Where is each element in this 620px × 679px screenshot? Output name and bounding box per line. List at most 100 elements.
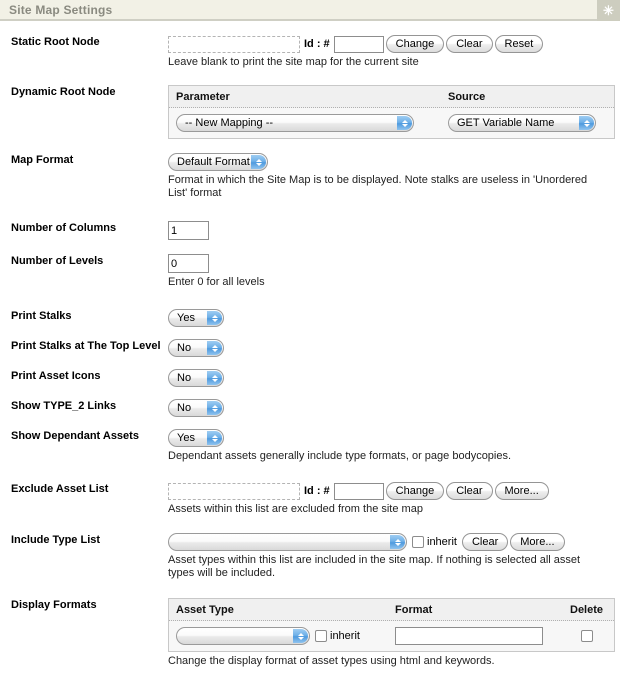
static-root-node-asset-dropzone[interactable] [168, 35, 300, 53]
static-root-node-reset-button[interactable]: Reset [494, 35, 544, 53]
static-root-node-id-input[interactable] [333, 35, 384, 53]
static-root-node-id-label: Id : # [304, 38, 330, 50]
chevron-updown-icon [251, 155, 266, 169]
field-exclude-asset-list: Id : # Change Clear More... Assets within t… [168, 482, 620, 516]
chevron-updown-icon [579, 116, 594, 130]
show-type2-links-select[interactable]: No [168, 399, 224, 417]
field-row-display-formats: Display Formats Asset Type Format Delete… [0, 598, 620, 668]
number-of-levels-input[interactable] [168, 254, 209, 273]
chevron-updown-icon [390, 535, 405, 549]
include-type-list-inherit-label: inherit [427, 536, 457, 548]
note-static-root-node: Leave blank to print the site map for th… [168, 56, 419, 68]
parameter-select[interactable]: -- New Mapping -- [176, 114, 414, 132]
label-print-asset-icons: Print Asset Icons [11, 370, 101, 382]
print-stalks-select[interactable]: Yes [168, 309, 224, 327]
note-show-dependant-assets: Dependant assets generally include type … [168, 450, 512, 462]
table-row: inherit [169, 621, 614, 651]
static-root-node-clear-button[interactable]: Clear [446, 35, 493, 53]
exclude-asset-list-id-label: Id : # [304, 485, 330, 497]
label-show-dependant-assets: Show Dependant Assets [11, 430, 139, 442]
label-show-type2-links: Show TYPE_2 Links [11, 400, 117, 412]
asset-type-select-value [177, 628, 309, 644]
field-show-dependant-assets: Yes Dependant assets generally include t… [168, 429, 620, 463]
exclude-asset-list-clear-button[interactable]: Clear [446, 482, 493, 500]
chevron-updown-icon [207, 371, 222, 385]
static-root-node-change-button[interactable]: Change [385, 35, 445, 53]
label-map-format: Map Format [11, 154, 74, 166]
include-type-list-select[interactable] [168, 533, 407, 551]
exclude-asset-list-more-button[interactable]: More... [494, 482, 549, 500]
field-display-formats: Asset Type Format Delete inherit Change … [168, 598, 620, 668]
label-print-stalks: Print Stalks [11, 310, 72, 322]
label-number-of-levels: Number of Levels [11, 255, 104, 267]
chevron-updown-icon [207, 401, 222, 415]
table-header-row: Asset Type Format Delete [169, 599, 614, 621]
panel-header: Site Map Settings ✳ [0, 0, 620, 21]
chevron-updown-icon [207, 431, 222, 445]
exclude-asset-list-id-input[interactable] [333, 482, 384, 500]
field-row-print-stalks: Print Stalks Yes [0, 309, 620, 327]
cell-asset-type: inherit [169, 627, 388, 645]
field-row-include-type-list: Include Type List inherit Clear More... As… [0, 533, 620, 580]
print-asset-icons-select[interactable]: No [168, 369, 224, 387]
chevron-updown-icon [207, 341, 222, 355]
print-stalks-top-level-select[interactable]: No [168, 339, 224, 357]
asset-type-select[interactable] [176, 627, 310, 645]
asset-type-inherit-checkbox[interactable] [315, 630, 327, 642]
note-map-format: Format in which the Site Map is to be di… [168, 174, 588, 199]
column-header-asset-type: Asset Type [176, 603, 234, 616]
asset-type-inherit-label: inherit [330, 630, 360, 642]
panel-action-button[interactable]: ✳ [597, 0, 620, 21]
cell-format [388, 627, 563, 645]
asterisk-icon: ✳ [603, 3, 614, 18]
table-row: -- New Mapping -- GET Variable Name [169, 108, 614, 138]
source-select-value: GET Variable Name [457, 117, 555, 129]
field-number-of-levels: Enter 0 for all levels [168, 254, 620, 289]
show-dependant-assets-select[interactable]: Yes [168, 429, 224, 447]
include-type-list-more-button[interactable]: More... [510, 533, 565, 551]
label-dynamic-root-node: Dynamic Root Node [11, 86, 116, 98]
field-row-show-dependant-assets: Show Dependant Assets Yes Dependant asse… [0, 429, 620, 463]
map-format-select[interactable]: Default Format [168, 153, 268, 171]
include-type-list-inherit-checkbox[interactable] [412, 536, 424, 548]
field-print-stalks-top-level: No [168, 339, 620, 357]
label-exclude-asset-list: Exclude Asset List [11, 483, 109, 495]
display-format-input[interactable] [395, 627, 543, 645]
delete-row-checkbox[interactable] [581, 630, 593, 643]
column-header-source: Source [448, 90, 486, 103]
field-row-dynamic-root-node: Dynamic Root Node Parameter Source -- Ne… [0, 85, 620, 139]
field-row-number-of-columns: Number of Columns [0, 221, 620, 240]
field-dynamic-root-node: Parameter Source -- New Mapping -- GET V… [168, 85, 620, 139]
number-of-columns-input[interactable] [168, 221, 209, 240]
field-row-exclude-asset-list: Exclude Asset List Id : # Change Clear More… [0, 482, 620, 516]
chevron-updown-icon [397, 116, 412, 130]
cell-parameter: -- New Mapping -- [169, 114, 441, 132]
include-type-list-select-value [169, 534, 406, 550]
field-print-asset-icons: No [168, 369, 620, 387]
field-static-root-node: Id : # Change Clear Reset Leave blank to pr… [168, 35, 620, 69]
column-header-delete: Delete [570, 603, 604, 616]
page-title: Site Map Settings [9, 2, 113, 17]
parameter-select-value: -- New Mapping -- [185, 117, 274, 129]
field-row-print-asset-icons: Print Asset Icons No [0, 369, 620, 387]
chevron-updown-icon [207, 311, 222, 325]
chevron-updown-icon [293, 629, 308, 643]
label-display-formats: Display Formats [11, 599, 97, 611]
exclude-asset-list-change-button[interactable]: Change [385, 482, 445, 500]
field-row-static-root-node: Static Root Node Id : # Change Clear Reset … [0, 35, 620, 69]
label-include-type-list: Include Type List [11, 534, 101, 546]
note-display-formats: Change the display format of asset types… [168, 655, 495, 667]
table-header-row: Parameter Source [169, 86, 614, 108]
field-row-map-format: Map Format Default Format Format in whic… [0, 153, 620, 200]
label-print-stalks-top-level: Print Stalks at The Top Level [11, 340, 161, 352]
exclude-asset-list-dropzone[interactable] [168, 482, 300, 500]
source-select[interactable]: GET Variable Name [448, 114, 596, 132]
include-type-list-clear-button[interactable]: Clear [461, 533, 509, 551]
dynamic-root-node-table: Parameter Source -- New Mapping -- GET V… [168, 85, 615, 139]
note-include-type-list: Asset types within this list are include… [168, 554, 581, 579]
field-row-number-of-levels: Number of Levels Enter 0 for all levels [0, 254, 620, 289]
column-header-parameter: Parameter [176, 90, 230, 103]
cell-source: GET Variable Name [441, 114, 614, 132]
field-row-show-type2-links: Show TYPE_2 Links No [0, 399, 620, 417]
field-number-of-columns [168, 221, 620, 240]
